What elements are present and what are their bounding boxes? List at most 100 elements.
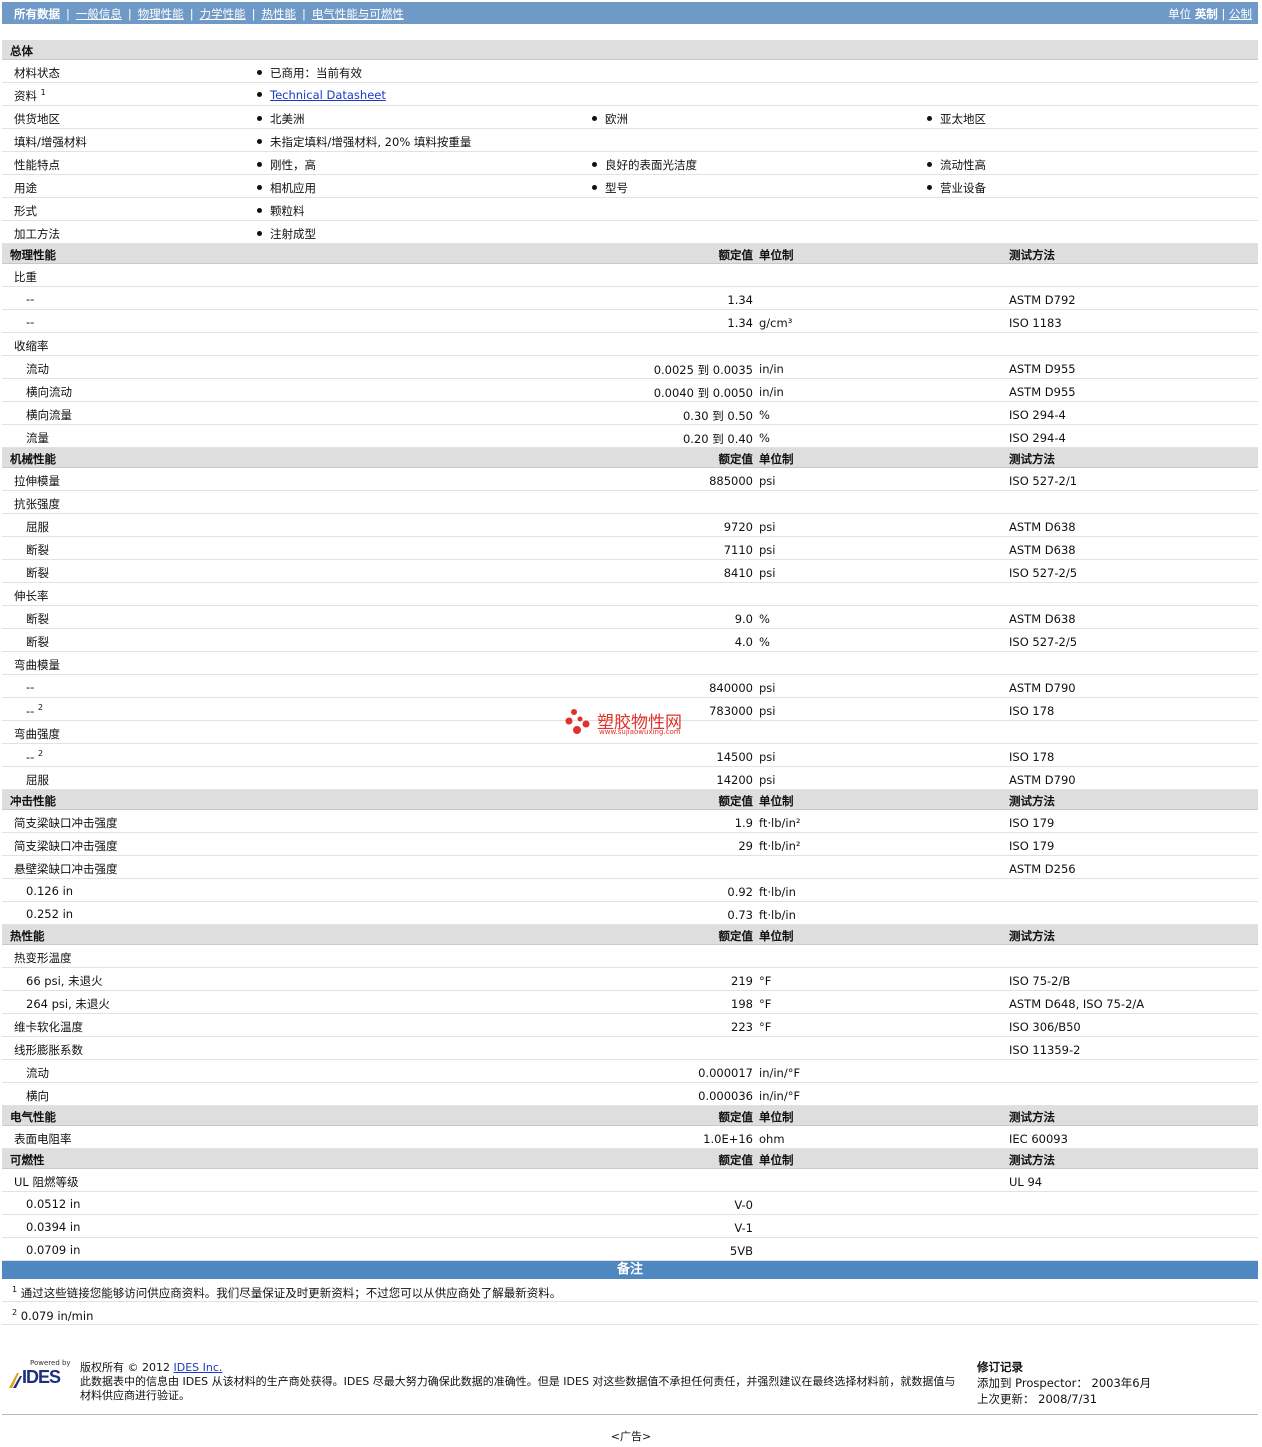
property-method: ISO 11359-2 bbox=[1009, 1043, 1081, 1057]
disclaimer-text: 此数据表中的信息由 IDES 从该材料的生产商处获得。IDES 尽最大努力确保此… bbox=[80, 1375, 956, 1402]
property-unit: psi bbox=[759, 566, 776, 580]
property-value: V-1 bbox=[734, 1221, 753, 1235]
value-text: 相机应用 bbox=[270, 181, 316, 195]
property-row: 横向流量 0.30 到 0.50% ISO 294-4 bbox=[2, 402, 1258, 425]
value-text: 注射成型 bbox=[270, 227, 316, 241]
property-value: 14500 bbox=[716, 750, 753, 764]
property-label: 流动 bbox=[26, 362, 49, 376]
tab-separator: | bbox=[127, 7, 132, 21]
column-header-value: 额定值 bbox=[718, 452, 754, 466]
value-text: 良好的表面光洁度 bbox=[605, 158, 697, 172]
watermark-dots-icon bbox=[565, 709, 590, 734]
property-row: 收缩率 bbox=[2, 333, 1258, 356]
footnote-ref: 1 bbox=[40, 88, 46, 98]
property-label: 弯曲模量 bbox=[14, 658, 60, 672]
property-value: 198 bbox=[731, 997, 753, 1011]
property-unit: ft·lb/in bbox=[759, 908, 796, 922]
tab-3[interactable]: 物理性能 bbox=[138, 7, 184, 21]
top-nav-bar: 所有数据 | 一般信息 | 物理性能 | 力学性能 | 热性能 | 电气性能与可燃性 单位 英制 |… bbox=[2, 2, 1258, 24]
property-method: ASTM D638 bbox=[1009, 520, 1076, 534]
copyright-text: 版权所有 © 2012 bbox=[80, 1361, 174, 1374]
tab-1[interactable]: 所有数据 bbox=[14, 7, 60, 21]
property-row: 简支梁缺口冲击强度 29 ft·lb/in² ISO 179 bbox=[2, 833, 1258, 856]
property-unit: % bbox=[759, 431, 770, 445]
property-row: UL 阻燃等级 UL 94 bbox=[2, 1169, 1258, 1192]
tab-4[interactable]: 力学性能 bbox=[200, 7, 246, 21]
column-header-value: 额定值 bbox=[718, 1110, 754, 1124]
property-unit: ohm bbox=[759, 1132, 785, 1146]
property-label: 悬壁梁缺口冲击强度 bbox=[14, 862, 118, 876]
tab-2[interactable]: 一般信息 bbox=[76, 7, 122, 21]
bullet-icon bbox=[927, 185, 932, 190]
datasheet-link[interactable]: Technical Datasheet bbox=[270, 88, 386, 102]
property-label: 断裂 bbox=[26, 612, 49, 626]
property-label: 66 psi, 未退火 bbox=[26, 974, 103, 988]
property-row: 伸长率 bbox=[2, 583, 1258, 606]
property-label: 拉伸模量 bbox=[14, 474, 60, 488]
property-unit: in/in bbox=[759, 385, 784, 399]
general-label: 加工方法 bbox=[14, 227, 60, 241]
property-unit: psi bbox=[759, 681, 776, 695]
property-row: 热变形温度 bbox=[2, 945, 1258, 968]
property-row: 66 psi, 未退火 219 °F ISO 75-2/B bbox=[2, 968, 1258, 991]
general-value: 欧洲 bbox=[592, 111, 628, 127]
column-header-unit: 单位制 bbox=[759, 248, 794, 262]
property-value: 8410 bbox=[723, 566, 753, 580]
property-value: 4.0 bbox=[734, 635, 753, 649]
powered-by-text: Powered by bbox=[30, 1359, 71, 1367]
unit-metric-link[interactable]: 公制 bbox=[1229, 7, 1252, 21]
property-row: 0.0709 in 5VB bbox=[2, 1238, 1258, 1261]
general-value: 已商用：当前有效 bbox=[257, 65, 362, 81]
value-text: 刚性，高 bbox=[270, 158, 316, 172]
column-header-method: 测试方法 bbox=[1009, 248, 1055, 262]
property-row: 横向流动 0.0040 到 0.0050 in/in ASTM D955 bbox=[2, 379, 1258, 402]
property-method: ASTM D790 bbox=[1009, 773, 1076, 787]
property-value: 9.0 bbox=[734, 612, 753, 626]
property-row: 屈服 9720 psi ASTM D638 bbox=[2, 514, 1258, 537]
bullet-icon bbox=[257, 208, 262, 213]
datasheet-content: 总体 材料状态 已商用：当前有效 资料 1 Technical Datasheet 供货地… bbox=[2, 40, 1258, 1325]
tab-6[interactable]: 电气性能与可燃性 bbox=[312, 7, 404, 21]
general-label: 供货地区 bbox=[14, 112, 60, 126]
section-header: 可燃性 额定值 单位制 测试方法 bbox=[2, 1149, 1258, 1169]
property-row: 流动 0.0025 到 0.0035 in/in ASTM D955 bbox=[2, 356, 1258, 379]
note-text: 1 通过这些链接您能够访问供应商资料。我们尽量保证及时更新资料；不过您可以从供应… bbox=[12, 1285, 562, 1300]
property-row: 横向 0.000036 in/in/°F bbox=[2, 1083, 1258, 1106]
property-method: ISO 527-2/5 bbox=[1009, 635, 1078, 649]
property-method: ISO 178 bbox=[1009, 750, 1055, 764]
property-method: ISO 178 bbox=[1009, 704, 1055, 718]
section-title: 物理性能 bbox=[10, 248, 56, 262]
column-header-method: 测试方法 bbox=[1009, 794, 1055, 808]
property-row: 维卡软化温度 223 °F ISO 306/B50 bbox=[2, 1014, 1258, 1037]
watermark-url: www.sujiaowuxing.com bbox=[599, 728, 681, 736]
bullet-icon bbox=[257, 92, 262, 97]
property-value: 223 bbox=[731, 1020, 753, 1034]
section-header: 电气性能 额定值 单位制 测试方法 bbox=[2, 1106, 1258, 1126]
general-label: 材料状态 bbox=[14, 66, 60, 80]
column-header-unit: 单位制 bbox=[759, 1110, 794, 1124]
property-label: 流动 bbox=[26, 1066, 49, 1080]
property-label: 断裂 bbox=[26, 566, 49, 580]
property-unit: °F bbox=[759, 997, 772, 1011]
property-row: 264 psi, 未退火 198 °F ASTM D648, ISO 75-2/A bbox=[2, 991, 1258, 1014]
property-method: UL 94 bbox=[1009, 1175, 1043, 1189]
value-text: 已商用：当前有效 bbox=[270, 66, 362, 80]
property-row: -- 2 14500 psi ISO 178 bbox=[2, 744, 1258, 767]
tab-5[interactable]: 热性能 bbox=[262, 7, 297, 21]
property-value: 14200 bbox=[716, 773, 753, 787]
property-row: 抗张强度 bbox=[2, 491, 1258, 514]
property-row: 0.0512 in V-0 bbox=[2, 1192, 1258, 1215]
property-value: 0.92 bbox=[727, 885, 753, 899]
general-value: 刚性，高 bbox=[257, 157, 316, 173]
section-title: 热性能 bbox=[10, 929, 45, 943]
tab-separator: | bbox=[189, 7, 194, 21]
property-label: 横向流量 bbox=[26, 408, 72, 422]
general-row: 资料 1 Technical Datasheet bbox=[2, 83, 1258, 106]
property-row: 比重 bbox=[2, 264, 1258, 287]
property-label: UL 阻燃等级 bbox=[14, 1175, 79, 1189]
property-label: 热变形温度 bbox=[14, 951, 72, 965]
bullet-icon bbox=[592, 185, 597, 190]
property-method: ISO 179 bbox=[1009, 839, 1055, 853]
ides-company-link[interactable]: IDES Inc. bbox=[173, 1361, 222, 1374]
value-text: 流动性高 bbox=[940, 158, 986, 172]
